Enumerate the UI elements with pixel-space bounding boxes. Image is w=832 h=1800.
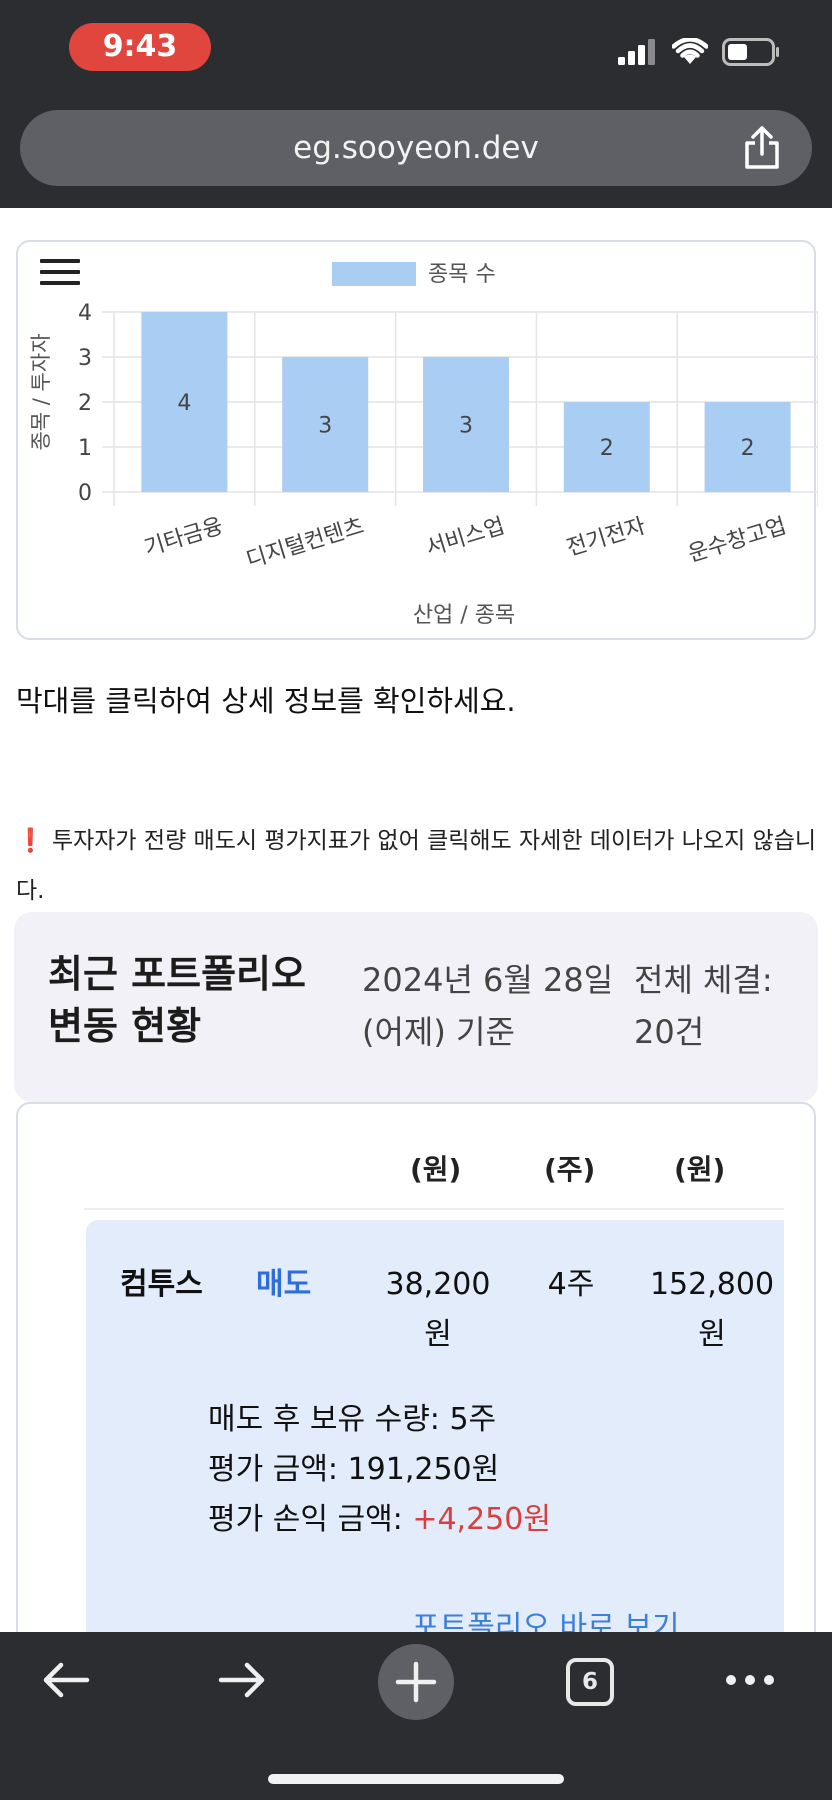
y-tick-label: 1 [78, 436, 92, 461]
chart-instruction: 막대를 클릭하여 상세 정보를 확인하세요. [16, 684, 516, 718]
pnl-label: 평가 손익 금액: [208, 1502, 413, 1537]
forward-arrow-icon [218, 1662, 265, 1698]
bar-value-label: 2 [600, 436, 614, 461]
y-axis-label: 종목 / 투자자 [29, 333, 53, 450]
summary-total-trades: 전체 체결: 20건 [634, 961, 773, 1051]
x-tick-label: 기타금융 [141, 514, 226, 562]
remaining-qty: 매도 후 보유 수량: 5주 [208, 1402, 497, 1437]
bar-value-label: 3 [459, 414, 473, 439]
exclamation-icon: ❗ [16, 828, 45, 854]
wifi-icon [672, 38, 708, 64]
legend-swatch [332, 262, 416, 286]
plus-icon [395, 1661, 437, 1703]
trade-table-card: (원) (주) (원) 컴투스 매도 38,200 원 4주 152,800 원… [16, 1102, 816, 1632]
bar-value-label: 2 [741, 436, 755, 461]
pnl-value: +4,250원 [412, 1502, 551, 1537]
trade-type-badge: 매도 [256, 1267, 312, 1302]
y-tick-label: 0 [78, 481, 92, 506]
warning-text: 투자자가 전량 매도시 평가지표가 없어 클릭해도 자세한 데이터가 나오지 않… [16, 828, 817, 904]
price-value: 38,200 [385, 1267, 491, 1302]
url-text[interactable]: eg.sooyeon.dev [20, 110, 812, 186]
bar-value-label: 4 [177, 391, 191, 416]
evaluation-amount: 평가 금액: 191,250원 [208, 1452, 500, 1487]
browser-toolbar: eg.sooyeon.dev [0, 100, 832, 208]
browser-bottom-bar: 6 [0, 1632, 832, 1800]
forward-button[interactable] [212, 1632, 272, 1728]
y-tick-label: 4 [78, 301, 92, 326]
trade-amount-value: 152,800 [649, 1267, 775, 1302]
back-arrow-icon [43, 1662, 90, 1698]
more-dots-icon [726, 1675, 774, 1685]
warning-notice: ❗ 투자자가 전량 매도시 평가지표가 없어 클릭해도 자세한 데이터가 나오지… [16, 816, 832, 916]
x-tick-label: 운수창고업 [685, 514, 789, 567]
trade-row[interactable]: 컴투스 매도 38,200 원 4주 152,800 원 매도 후 보유 수량:… [86, 1220, 784, 1632]
address-bar[interactable]: eg.sooyeon.dev [20, 110, 812, 186]
home-indicator [268, 1774, 564, 1784]
new-tab-button[interactable] [378, 1644, 454, 1720]
bar-value-label: 3 [318, 414, 332, 439]
industry-bar-chart[interactable]: 종목 수 43 32 2 01234기타금융 디지털컨텐츠 서비스업 전기전자 운수창고업 … [18, 242, 818, 642]
x-tick-label: 디지털컨텐츠 [243, 514, 366, 573]
battery-icon [722, 38, 779, 66]
trade-amount-unit: 원 [698, 1317, 726, 1352]
header-divider [84, 1208, 784, 1210]
x-axis-label: 산업 / 종목 [413, 603, 515, 628]
evaluation-pnl: 평가 손익 금액: +4,250원 [208, 1494, 551, 1538]
tabs-button[interactable]: 6 [566, 1658, 614, 1706]
summary-title: 최근 포트폴리오 변동 현황 [48, 952, 306, 1048]
status-time: 9:43 [69, 23, 211, 71]
industry-chart-card: 종목 수 43322 0 1 2 3 4 기타금융 디지털컨텐츠 서비스업 전기전자 운수창고업 … [16, 240, 818, 642]
more-menu-button[interactable] [720, 1632, 780, 1728]
view-portfolio-link[interactable]: 포트폴리오 바로 보기 [412, 1602, 679, 1632]
stock-name: 컴투스 [120, 1267, 203, 1302]
x-tick-label: 서비스업 [423, 514, 508, 562]
column-header-qty-unit: (주) [544, 1153, 596, 1186]
price-unit: 원 [424, 1317, 452, 1352]
portfolio-summary-card: 최근 포트폴리오 변동 현황 2024년 6월 28일 (어제) 기준 전체 체… [14, 912, 818, 1102]
status-icons [618, 38, 780, 66]
back-button[interactable] [36, 1632, 96, 1728]
column-header-amount-unit: (원) [674, 1153, 726, 1186]
x-tick-label: 전기전자 [564, 514, 649, 562]
y-tick-label: 2 [78, 391, 92, 416]
share-icon[interactable] [742, 126, 782, 170]
cellular-signal-icon [618, 39, 655, 65]
status-bar: 9:43 [0, 0, 832, 100]
y-tick-label: 3 [78, 346, 92, 371]
column-header-price-unit: (원) [410, 1153, 462, 1186]
legend-label: 종목 수 [428, 262, 496, 287]
page-content: 종목 수 43322 0 1 2 3 4 기타금융 디지털컨텐츠 서비스업 전기전자 운수창고업 … [0, 208, 832, 1632]
summary-date: 2024년 6월 28일 (어제) 기준 [362, 961, 614, 1051]
trade-qty: 4주 [547, 1267, 595, 1302]
